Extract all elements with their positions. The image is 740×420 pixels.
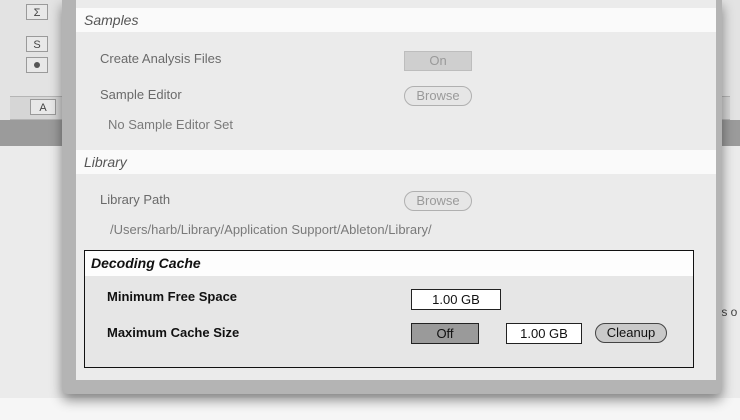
library-path-value: /Users/harb/Library/Application Support/…	[110, 222, 432, 237]
sample-editor-browse-button[interactable]: Browse	[404, 86, 472, 106]
track-sum-button[interactable]: Σ	[26, 4, 48, 20]
library-path-label: Library Path	[100, 192, 171, 207]
sample-editor-label: Sample Editor	[100, 87, 182, 102]
track-solo-button[interactable]: S	[26, 36, 48, 52]
background-bottom-area	[0, 398, 740, 420]
sample-editor-status: No Sample Editor Set	[108, 117, 234, 132]
samples-section-header: Samples	[76, 8, 716, 32]
maximum-cache-size-field[interactable]: 1.00 GB	[506, 323, 582, 344]
decoding-cache-section: Decoding Cache Minimum Free Space 1.00 G…	[84, 250, 694, 368]
library-section-header: Library	[76, 150, 716, 174]
cleanup-button[interactable]: Cleanup	[595, 323, 667, 343]
create-analysis-files-label: Create Analysis Files	[100, 51, 222, 66]
library-path-browse-button[interactable]: Browse	[404, 191, 472, 211]
maximum-cache-size-label: Maximum Cache Size	[107, 325, 240, 340]
minimum-free-space-field[interactable]: 1.00 GB	[411, 289, 501, 310]
minimum-free-space-label: Minimum Free Space	[107, 289, 238, 304]
maximum-cache-size-toggle[interactable]: Off	[411, 323, 479, 344]
track-arm-button[interactable]	[26, 57, 48, 73]
create-analysis-files-toggle[interactable]: On	[404, 51, 472, 71]
decoding-cache-header: Decoding Cache	[85, 251, 693, 276]
background-a-button[interactable]: A	[30, 99, 56, 115]
